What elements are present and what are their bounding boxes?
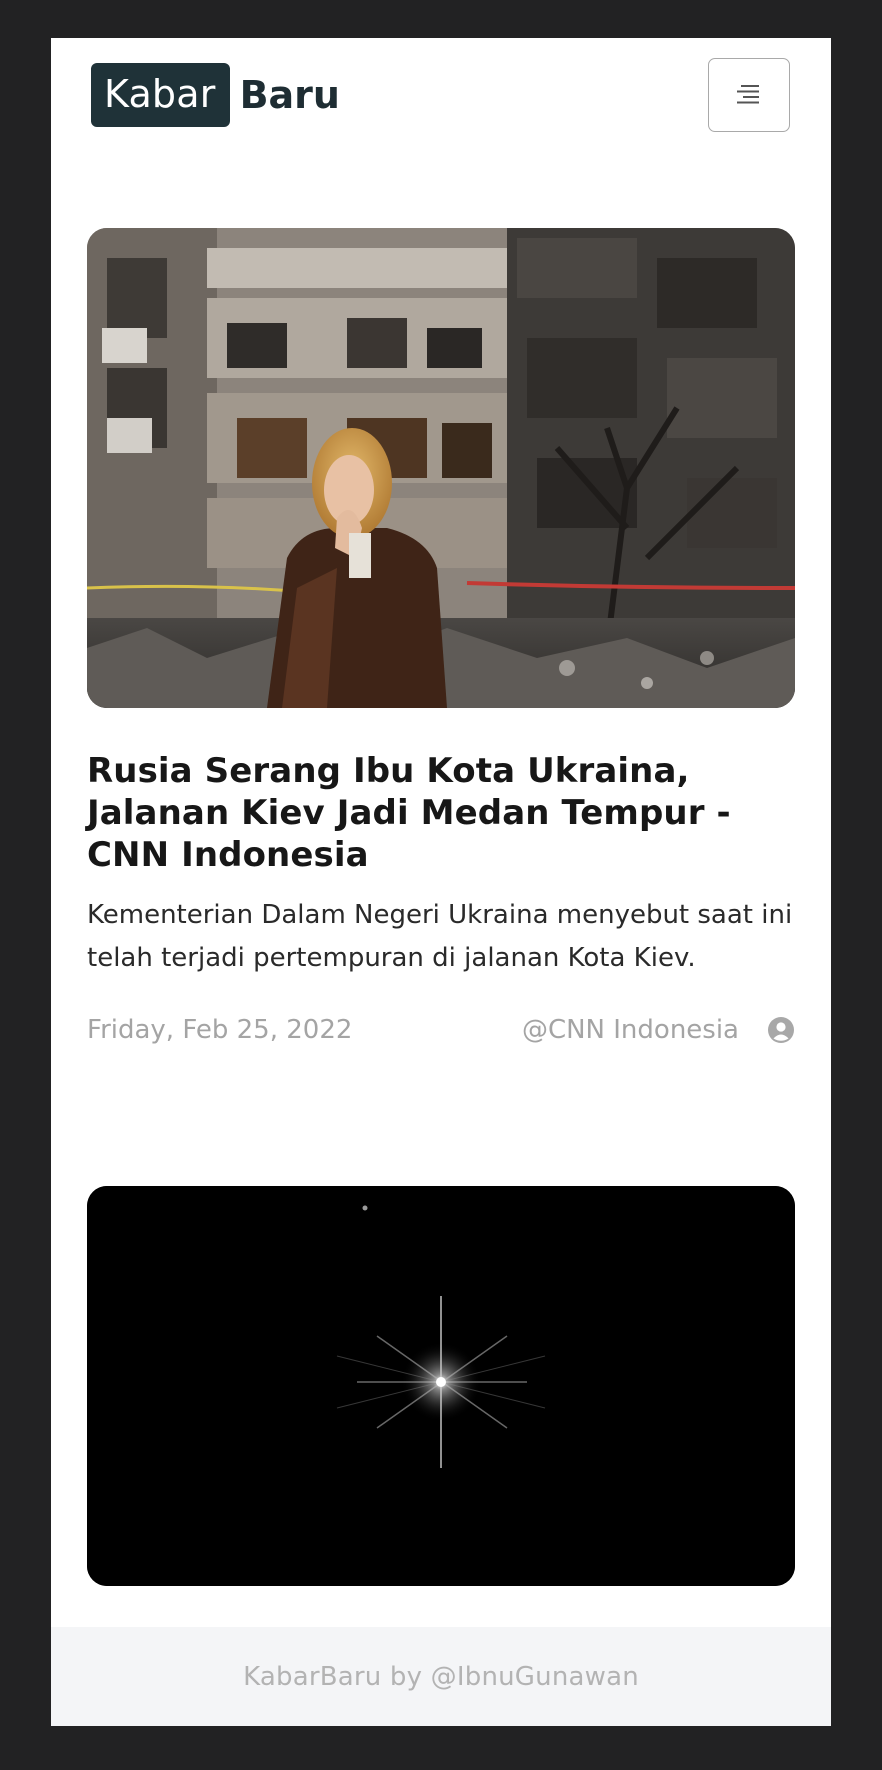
menu-toggle-button[interactable] (708, 58, 790, 132)
user-circle-icon (768, 1017, 794, 1043)
site-footer: KabarBaru by @IbnuGunawan (51, 1627, 831, 1726)
logo-baru: Baru (239, 73, 340, 117)
app-frame: Kabar Baru Rusia Serang Ibu Kota Ukraina… (51, 38, 831, 1726)
article-source-group: @CNN Indonesia (522, 1015, 795, 1045)
article-summary: Kementerian Dalam Negeri Ukraina menyebu… (87, 900, 793, 973)
article-image[interactable] (87, 228, 795, 708)
article-card[interactable]: Rusia Serang Ibu Kota Ukraina, Jalanan K… (87, 228, 795, 1050)
article-image[interactable] (87, 1186, 795, 1586)
logo-kabar: Kabar (91, 63, 230, 127)
news-photo (87, 1186, 795, 1586)
site-header: Kabar Baru (51, 38, 831, 188)
article-card[interactable] (87, 1186, 795, 1586)
article-source: @CNN Indonesia (521, 1015, 739, 1045)
hamburger-menu-icon (737, 85, 759, 104)
site-logo[interactable]: Kabar Baru (91, 63, 340, 127)
news-photo (87, 228, 795, 708)
footer-text: KabarBaru by @IbnuGunawan (243, 1661, 639, 1692)
article-date: Friday, Feb 25, 2022 (87, 1015, 353, 1045)
article-title[interactable]: Rusia Serang Ibu Kota Ukraina, Jalanan K… (87, 750, 795, 876)
article-meta: Friday, Feb 25, 2022 @CNN Indonesia (87, 1010, 795, 1050)
